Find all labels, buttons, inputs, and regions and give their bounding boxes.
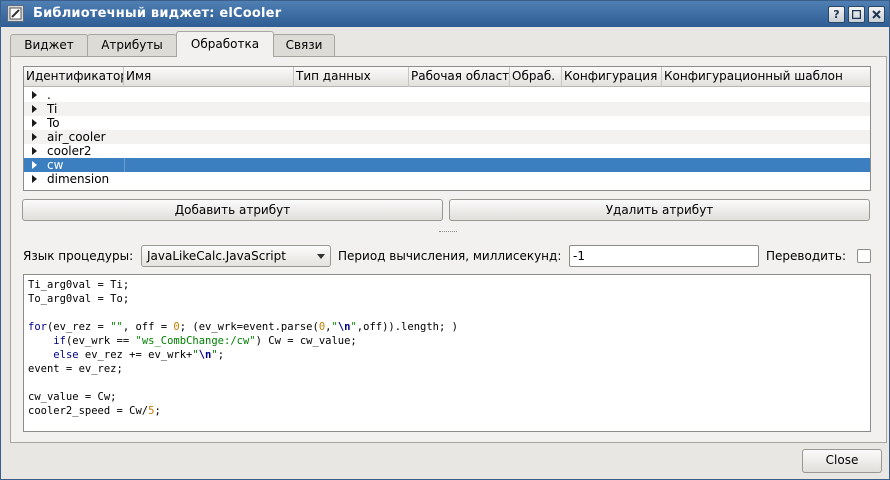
tab-attributes[interactable]: Атрибуты: [87, 34, 177, 57]
code-line: cw_value = Cw;: [28, 391, 117, 403]
code-line: To_arg0val = To;: [28, 293, 130, 305]
app-icon[interactable]: [7, 5, 24, 22]
row-id: air_cooler: [47, 130, 106, 144]
translate-checkbox[interactable]: [857, 249, 871, 263]
help-button[interactable]: ?: [828, 6, 845, 23]
code-line: cooler2_speed = Cw/5;: [28, 405, 161, 417]
table-row[interactable]: air_cooler: [24, 130, 870, 144]
code-line: if(ev_wrk == "ws_CombChange:/cw") Cw = c…: [53, 335, 357, 347]
tab-processing[interactable]: Обработка: [176, 31, 274, 57]
table-row[interactable]: .: [24, 88, 870, 102]
table-row-selected[interactable]: cw: [24, 158, 870, 172]
row-id: cooler2: [47, 144, 92, 158]
expand-arrow-icon[interactable]: [32, 119, 37, 127]
table-header: Идентификатор Имя Тип данных Рабочая обл…: [24, 67, 870, 87]
table-row[interactable]: dimension: [24, 172, 870, 186]
maximize-icon: [852, 10, 861, 19]
language-select[interactable]: JavaLikeCalc.JavaScript: [141, 245, 331, 267]
expand-arrow-icon[interactable]: [32, 147, 37, 155]
splitter-handle[interactable]: [11, 230, 886, 235]
table-row[interactable]: Ti: [24, 102, 870, 116]
code-line: event = ev_rez;: [28, 363, 123, 375]
add-attribute-button[interactable]: Добавить атрибут: [22, 199, 443, 221]
close-icon: [872, 10, 881, 19]
row-id: cw: [47, 158, 64, 172]
row-id: dimension: [47, 172, 110, 186]
column-header-work-area[interactable]: Рабочая область: [409, 67, 510, 87]
expand-arrow-icon[interactable]: [32, 161, 37, 169]
help-icon: ?: [833, 8, 840, 21]
period-label: Период вычисления, миллисекунд:: [338, 249, 562, 263]
attributes-tree[interactable]: Идентификатор Имя Тип данных Рабочая обл…: [23, 66, 871, 191]
tab-widget[interactable]: Виджет: [10, 34, 88, 57]
chevron-down-icon: [317, 254, 325, 259]
row-id: To: [47, 116, 60, 130]
translate-label: Переводить:: [766, 249, 847, 263]
expand-arrow-icon[interactable]: [32, 175, 37, 183]
language-label: Язык процедуры:: [23, 249, 134, 263]
code-text[interactable]: Ti_arg0val = Ti; To_arg0val = To; for(ev…: [24, 275, 870, 418]
period-value: -1: [573, 249, 585, 263]
table-row[interactable]: To: [24, 116, 870, 130]
expand-arrow-icon[interactable]: [32, 91, 37, 99]
language-value: JavaLikeCalc.JavaScript: [147, 249, 286, 263]
window-title: Библиотечный виджет: elCooler: [33, 6, 282, 21]
code-line: for(ev_rez = "", off = 0; (ev_wrk=event.…: [28, 321, 458, 333]
expand-arrow-icon[interactable]: [32, 133, 37, 141]
expand-arrow-icon[interactable]: [32, 105, 37, 113]
column-divider: [124, 158, 125, 172]
column-header-name[interactable]: Имя: [124, 67, 294, 87]
column-header-type[interactable]: Тип данных: [294, 67, 409, 87]
column-header-config-template[interactable]: Конфигурационный шаблон: [662, 67, 870, 87]
table-row[interactable]: cooler2: [24, 144, 870, 158]
period-input[interactable]: -1: [569, 245, 759, 267]
close-window-button[interactable]: [868, 6, 885, 23]
maximize-button[interactable]: [848, 6, 865, 23]
column-header-id[interactable]: Идентификатор: [24, 67, 124, 87]
title-bar[interactable]: Библиотечный виджет: elCooler ?: [1, 1, 889, 27]
processing-panel: Идентификатор Имя Тип данных Рабочая обл…: [10, 56, 887, 443]
procedure-code-editor[interactable]: Ti_arg0val = Ti; To_arg0val = To; for(ev…: [23, 274, 871, 432]
column-header-processing[interactable]: Обраб.: [510, 67, 562, 87]
dialog-window: Библиотечный виджет: elCooler ? Виджет А…: [0, 0, 890, 480]
row-id: .: [47, 88, 51, 102]
code-line: Ti_arg0val = Ti;: [28, 279, 130, 291]
row-id: Ti: [47, 102, 58, 116]
delete-attribute-button[interactable]: Удалить атрибут: [449, 199, 870, 221]
tab-links[interactable]: Связи: [273, 34, 335, 57]
column-header-config[interactable]: Конфигурация: [562, 67, 662, 87]
code-line: else ev_rez += ev_wrk+"\n";: [53, 349, 225, 361]
splitter-grip: [439, 231, 457, 233]
close-button[interactable]: Close: [802, 449, 882, 473]
